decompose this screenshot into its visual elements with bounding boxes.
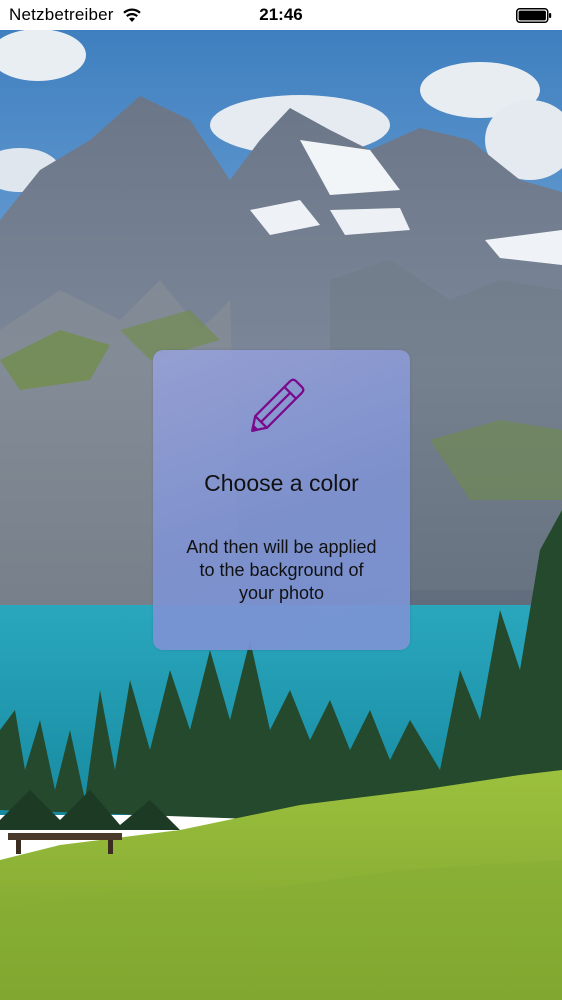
status-time: 21:46 — [259, 5, 303, 24]
status-bar: Netzbetreiber 21:46 — [0, 0, 562, 30]
choose-color-card[interactable]: Choose a color And then will be applied … — [153, 350, 410, 650]
battery-icon — [516, 8, 552, 23]
app-screen: Netzbetreiber 21:46 Choose a color And t… — [0, 0, 562, 1000]
card-title: Choose a color — [204, 470, 359, 496]
pencil-icon — [251, 378, 305, 432]
card-description: And then will be applied to the backgrou… — [186, 537, 377, 603]
